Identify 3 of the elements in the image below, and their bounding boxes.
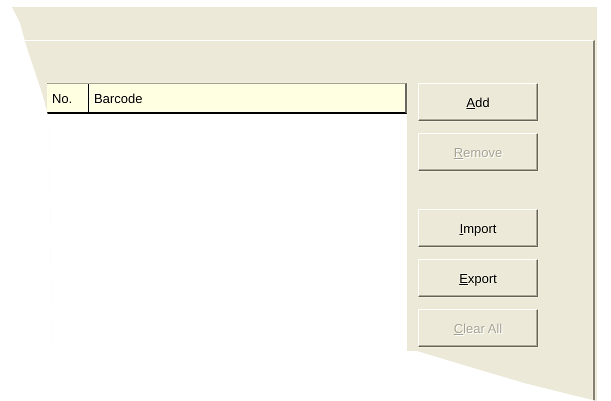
action-button[interactable]: Add <box>418 83 538 121</box>
action-button[interactable]: Export <box>418 259 538 297</box>
action-button[interactable]: Import <box>418 209 538 247</box>
